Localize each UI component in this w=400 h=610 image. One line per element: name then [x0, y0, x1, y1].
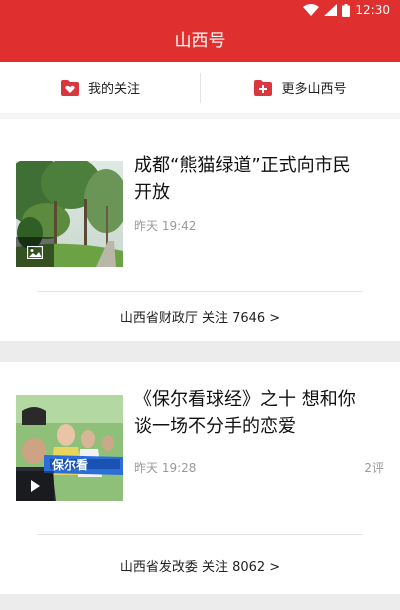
source-follow-link[interactable]: 山西省财政厅 关注 7646 >: [0, 307, 400, 326]
status-icons: 12:30: [303, 2, 390, 18]
my-follows-label: 我的关注: [87, 82, 140, 97]
subnav-divider: [200, 73, 201, 103]
section-gap: [0, 594, 400, 602]
article-title-line: 谈一场不分手的恋爱: [134, 416, 296, 437]
section-gap: [0, 341, 400, 362]
svg-text:保尔看: 保尔看: [51, 457, 88, 472]
card-divider: [37, 534, 363, 535]
article-title[interactable]: 《保尔看球经》之十 想和你 谈一场不分手的恋爱: [134, 386, 380, 440]
card-divider: [37, 291, 363, 292]
article-thumbnail[interactable]: [16, 161, 123, 267]
signal-icon: [324, 4, 338, 16]
add-folder-icon: [253, 79, 273, 97]
more-shanxi-label: 更多山西号: [281, 82, 347, 97]
source-follow-link[interactable]: 山西省发改委 关注 8062 >: [0, 556, 400, 575]
article-time: 昨天 19:42: [134, 219, 197, 233]
article-title[interactable]: 成都“熊猫绿道”正式向市民 开放: [134, 152, 380, 206]
article-thumbnail[interactable]: 保尔看: [16, 395, 123, 501]
article-card[interactable]: 成都“熊猫绿道”正式向市民 开放 昨天 19:42 山西省财政厅 关注 7646…: [0, 119, 400, 341]
sub-navigation: 我的关注 更多山西号: [0, 62, 400, 113]
status-time: 12:30: [355, 3, 390, 17]
play-icon[interactable]: [16, 471, 54, 501]
article-title-line: 《保尔看球经》之十 想和你: [134, 389, 356, 410]
article-title-line: 开放: [134, 182, 170, 203]
more-shanxi-accounts-button[interactable]: 更多山西号: [200, 78, 400, 97]
article-title-line: 成都“熊猫绿道”正式向市民: [134, 155, 351, 176]
article-time: 昨天 19:28: [134, 461, 197, 475]
comment-count[interactable]: 2评: [364, 459, 384, 476]
heart-folder-icon: [60, 79, 80, 97]
page-title: 山西号: [0, 20, 400, 62]
my-follows-button[interactable]: 我的关注: [0, 78, 200, 97]
status-bar: 12:30: [0, 0, 400, 20]
article-card[interactable]: 保尔看 《保尔看球经》之十 想和你 谈一场不分手的恋爱 昨天 19:28 2评 …: [0, 362, 400, 594]
image-icon: [16, 237, 54, 267]
battery-icon: [342, 3, 351, 17]
wifi-icon: [303, 4, 320, 16]
